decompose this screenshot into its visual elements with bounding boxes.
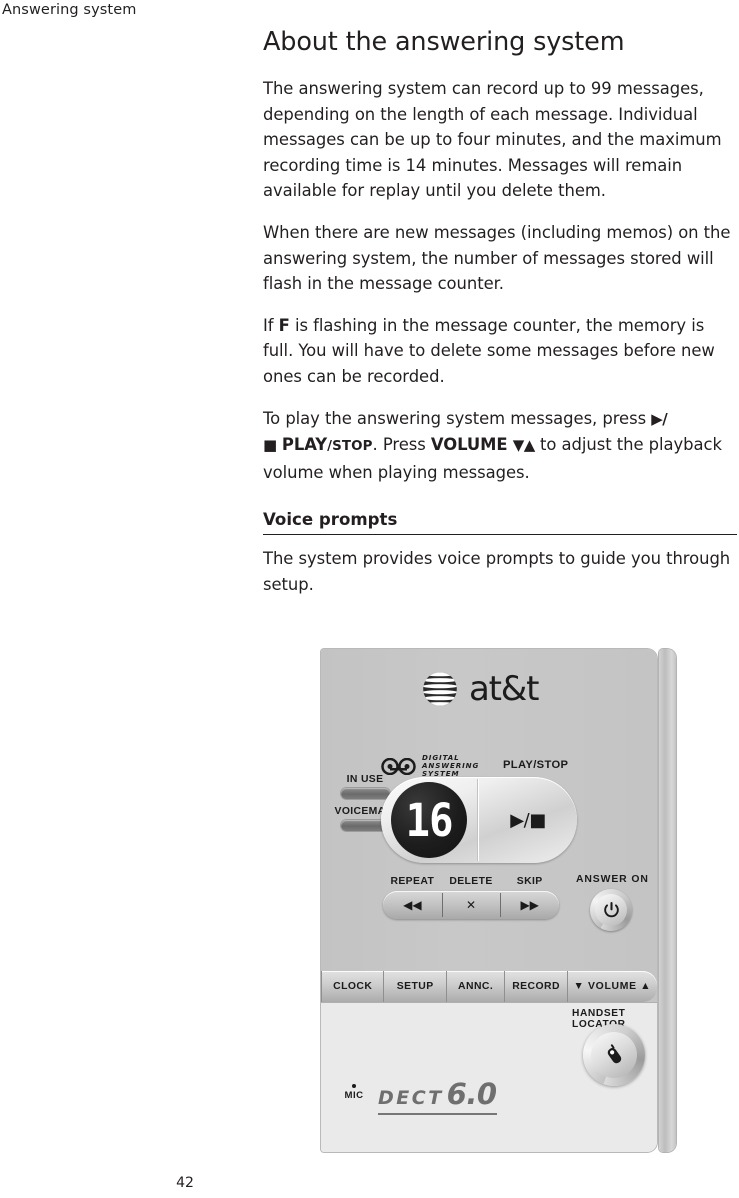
answer-on-button-face xyxy=(595,894,627,926)
in-use-lamp-icon xyxy=(340,788,390,799)
in-use-label: IN USE xyxy=(346,774,384,785)
play-stop-icon: ▶/■ xyxy=(510,809,546,831)
memory-full-flag: F xyxy=(278,315,290,335)
dect-logo: DECT 6.0 xyxy=(378,1077,497,1115)
device-body: at&t DIGITAL ANSWERING SYSTEM PLAY/STOP … xyxy=(321,649,657,1152)
memory-note-after: is flashing in the message counter, the … xyxy=(263,315,715,386)
paragraph-new-messages: When there are new messages (including m… xyxy=(263,222,731,294)
delete-label: DELETE xyxy=(449,876,493,887)
digital-answering-system-text: DIGITAL ANSWERING SYSTEM xyxy=(422,753,479,779)
mic-label: MIC xyxy=(344,1090,364,1101)
play-label: PLAY xyxy=(281,435,328,455)
volume-label: VOLUME xyxy=(430,435,508,455)
microphone-hole-icon xyxy=(352,1084,356,1088)
handset-icon xyxy=(607,1044,622,1064)
transport-labels: REPEAT DELETE SKIP xyxy=(383,876,559,887)
dect-word: DECT xyxy=(378,1087,444,1109)
repeat-label: REPEAT xyxy=(390,876,435,887)
page-title: About the answering system xyxy=(263,27,625,57)
volume-button[interactable]: ▼ VOLUME ▲ xyxy=(567,971,657,1002)
skip-button[interactable]: ▶▶ xyxy=(500,891,559,919)
page-content: About the answering system The answering… xyxy=(263,26,737,598)
att-logo: at&t xyxy=(420,667,560,711)
att-wordmark: at&t xyxy=(469,669,539,709)
play-note-mid: . Press xyxy=(372,435,431,455)
message-counter-display: 16 xyxy=(391,782,467,858)
record-button[interactable]: RECORD xyxy=(505,971,568,1002)
delete-button[interactable]: ✕ xyxy=(441,891,501,919)
display-and-play-stop-pill: 16 ▶/■ xyxy=(381,777,577,863)
memory-note-before: If xyxy=(263,315,279,335)
close-icon: ✕ xyxy=(465,898,477,912)
handset-locator-button[interactable] xyxy=(583,1024,645,1086)
announcement-button[interactable]: ANNC. xyxy=(446,971,506,1002)
play-stop-key-label: PLAY/STOP xyxy=(503,759,569,771)
subsection-heading-voice-prompts: Voice prompts xyxy=(263,509,737,536)
answering-system-device-figure: at&t DIGITAL ANSWERING SYSTEM PLAY/STOP … xyxy=(321,649,679,1152)
volume-down-up-icon: ▼▲ xyxy=(512,436,536,455)
answer-on-label: ANSWER ON xyxy=(576,874,649,885)
handset-locator-button-face xyxy=(591,1032,637,1078)
transport-button-bar: ◀◀ ✕ ▶▶ xyxy=(383,891,559,919)
fast-forward-icon: ▶▶ xyxy=(520,898,539,912)
function-key-row: CLOCK SETUP ANNC. RECORD ▼ VOLUME ▲ xyxy=(321,971,657,1002)
play-stop-button[interactable]: ▶/■ xyxy=(479,777,577,863)
device-side-rail xyxy=(659,649,676,1152)
page-number: 42 xyxy=(0,1175,739,1191)
repeat-button[interactable]: ◀◀ xyxy=(383,891,442,919)
page-number-value: 42 xyxy=(176,1175,194,1191)
paragraph-play-messages: To play the answering system messages, p… xyxy=(263,406,737,486)
answer-on-button[interactable] xyxy=(590,889,632,931)
clock-button[interactable]: CLOCK xyxy=(321,971,385,1002)
message-counter-value: 16 xyxy=(405,793,454,847)
paragraph-memory-full: If F is flashing in the message counter,… xyxy=(263,313,737,390)
setup-button[interactable]: SETUP xyxy=(384,971,447,1002)
paragraph-capacity: The answering system can record up to 99… xyxy=(263,79,722,201)
skip-label: SKIP xyxy=(516,876,543,887)
att-globe-icon xyxy=(423,672,457,706)
paragraph-voice-prompts: The system provides voice prompts to gui… xyxy=(263,549,731,594)
running-header: Answering system xyxy=(2,2,137,18)
power-icon xyxy=(603,901,619,917)
rewind-icon: ◀◀ xyxy=(403,898,422,912)
stop-label: STOP xyxy=(332,439,373,455)
play-note-lead: To play the answering system messages, p… xyxy=(263,408,652,428)
microphone-mark: MIC xyxy=(341,1084,367,1101)
dect-version: 6.0 xyxy=(446,1077,497,1111)
